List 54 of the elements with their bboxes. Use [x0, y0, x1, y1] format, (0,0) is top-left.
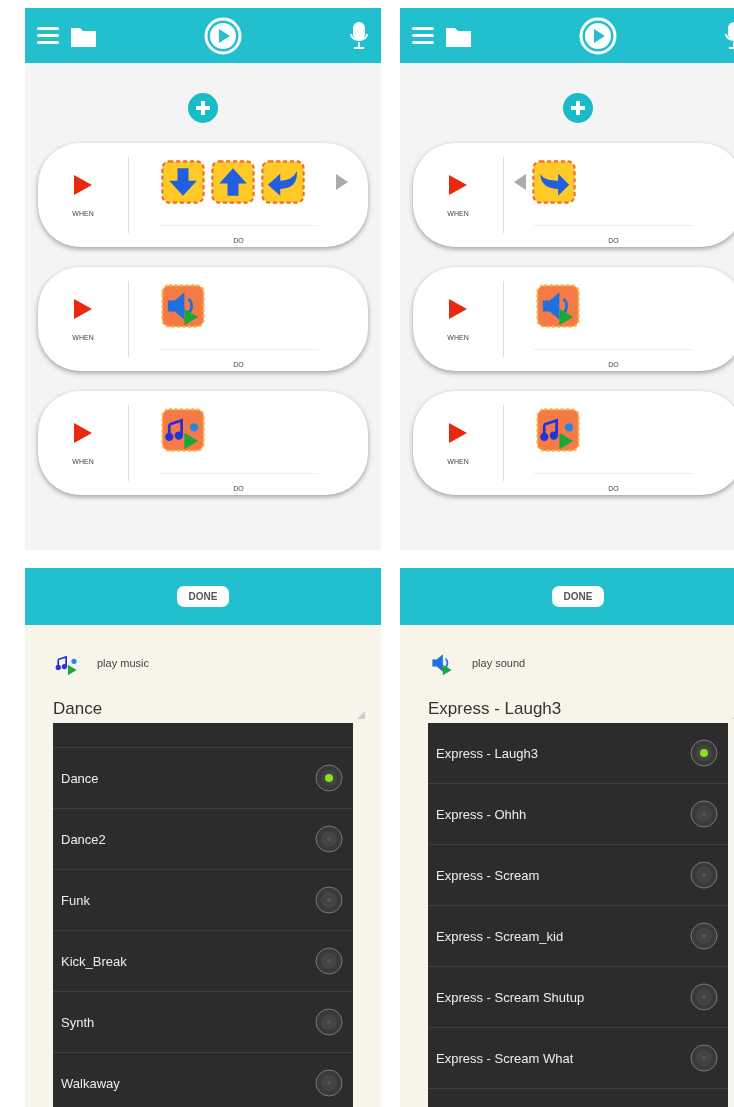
done-button[interactable]: DONE: [176, 586, 230, 607]
scroll-left-icon[interactable]: [514, 174, 526, 190]
play-trigger-icon: [73, 297, 93, 320]
option-item[interactable]: Dance2: [53, 809, 353, 870]
sound-block-icon[interactable]: [536, 284, 580, 328]
radio-button[interactable]: [690, 739, 718, 767]
option-item[interactable]: Express - Scream Shutup: [428, 967, 728, 1028]
action-label: play music: [97, 657, 149, 669]
option-item[interactable]: Express - Scream_kid: [428, 906, 728, 967]
play-trigger-icon: [448, 421, 468, 444]
option-item[interactable]: Express - Ohhh: [428, 784, 728, 845]
radio-button[interactable]: [315, 1008, 343, 1036]
music-block-icon[interactable]: [161, 408, 205, 452]
microphone-icon[interactable]: [349, 22, 369, 49]
action-block-icon[interactable]: [261, 160, 305, 204]
option-item[interactable]: Synth: [53, 992, 353, 1053]
radio-button[interactable]: [315, 764, 343, 792]
radio-button[interactable]: [690, 922, 718, 950]
dropdown-corner-icon[interactable]: [357, 711, 365, 719]
action-block-icon[interactable]: [211, 160, 255, 204]
action-block-icon[interactable]: [161, 160, 205, 204]
radio-button[interactable]: [690, 983, 718, 1011]
radio-button[interactable]: [690, 800, 718, 828]
play-trigger-icon: [73, 173, 93, 196]
add-button-icon[interactable]: [188, 93, 218, 123]
radio-button[interactable]: [690, 861, 718, 889]
menu-icon[interactable]: [412, 25, 434, 46]
scroll-right-icon[interactable]: [336, 174, 348, 190]
option-item[interactable]: Express - Scream: [428, 845, 728, 906]
play-button-icon[interactable]: [578, 16, 617, 55]
music-block-icon[interactable]: [536, 408, 580, 452]
radio-button[interactable]: [315, 886, 343, 914]
play-trigger-icon: [448, 297, 468, 320]
selected-value[interactable]: Dance: [53, 699, 103, 718]
sound-block-icon[interactable]: [161, 284, 205, 328]
option-item[interactable]: Express - Laugh3: [428, 723, 728, 784]
radio-button[interactable]: [690, 1044, 718, 1072]
radio-button[interactable]: [315, 947, 343, 975]
option-item[interactable]: Express - Scream What: [428, 1028, 728, 1089]
option-item[interactable]: Kick_Break: [53, 931, 353, 992]
add-button-icon[interactable]: [563, 93, 593, 123]
radio-button[interactable]: [315, 825, 343, 853]
done-button[interactable]: DONE: [551, 586, 605, 607]
option-item[interactable]: Funk: [53, 870, 353, 931]
action-block-icon[interactable]: [532, 160, 576, 204]
play-button-icon[interactable]: [203, 16, 242, 55]
play-trigger-icon: [448, 173, 468, 196]
action-label: play sound: [472, 657, 526, 669]
radio-button[interactable]: [315, 1069, 343, 1097]
play-trigger-icon: [73, 421, 93, 444]
option-item[interactable]: Dance: [53, 748, 353, 809]
selected-value[interactable]: Express - Laugh3: [428, 699, 562, 718]
option-item[interactable]: Walkaway: [53, 1053, 353, 1107]
menu-icon[interactable]: [37, 25, 59, 46]
